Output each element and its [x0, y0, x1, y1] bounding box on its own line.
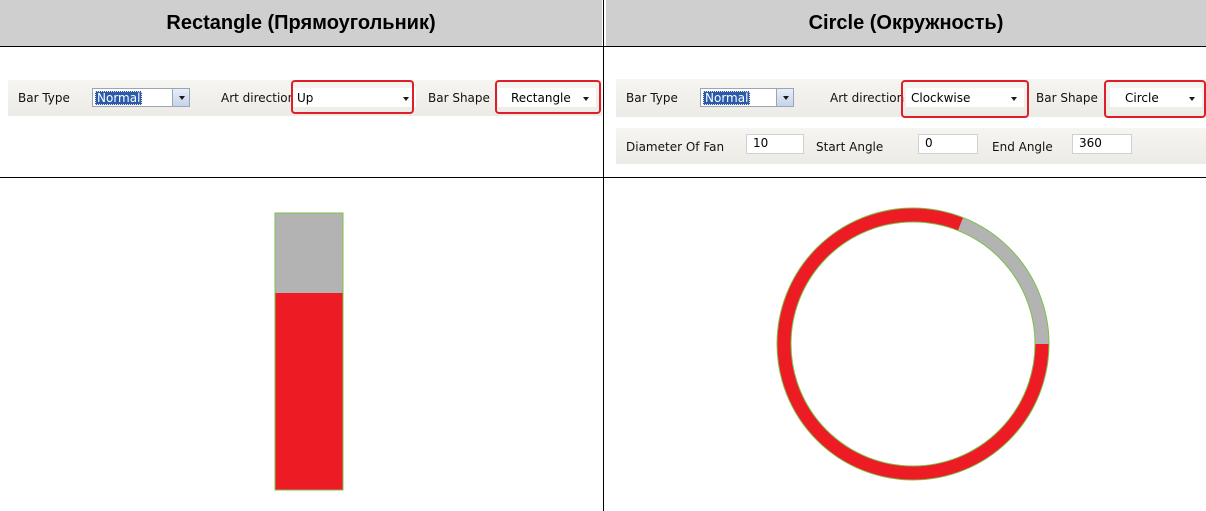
left-bar-type-value: Normal	[95, 91, 143, 105]
end-angle-label: End Angle	[992, 140, 1053, 154]
circle-bar-preview	[776, 207, 1050, 481]
right-bar-shape-highlight	[1104, 80, 1206, 118]
start-angle-label: Start Angle	[816, 140, 884, 154]
left-bar-type-label: Bar Type	[18, 91, 70, 105]
start-angle-value: 0	[925, 136, 933, 150]
header-rectangle: Rectangle (Прямоугольник)	[0, 0, 602, 46]
end-angle-input[interactable]: 360	[1072, 134, 1132, 154]
left-bar-shape-label: Bar Shape	[428, 91, 490, 105]
rectangle-bar-fill	[275, 293, 343, 490]
left-bar-shape-highlight	[495, 80, 601, 114]
end-angle-value: 360	[1079, 136, 1102, 150]
right-bar-shape-label: Bar Shape	[1036, 91, 1098, 105]
right-bar-type-value: Normal	[703, 91, 751, 105]
chevron-down-icon[interactable]	[776, 89, 793, 106]
header-rectangle-title: Rectangle (Прямоугольник)	[166, 11, 436, 34]
left-art-direction-label: Art direction	[221, 91, 296, 105]
header-circle: Circle (Окружность)	[606, 0, 1206, 46]
diameter-value: 10	[753, 136, 769, 150]
diameter-input[interactable]: 10	[746, 134, 804, 154]
start-angle-input[interactable]: 0	[918, 134, 978, 154]
header-circle-title: Circle (Окружность)	[808, 11, 1004, 34]
chevron-down-icon[interactable]	[172, 89, 189, 106]
right-art-direction-highlight	[901, 80, 1029, 118]
left-bar-type-select[interactable]: Normal	[92, 88, 190, 107]
right-fan-properties-bar: Diameter Of Fan 10 Start Angle 0 End Ang…	[616, 128, 1206, 164]
circle-bar-inner-outline	[790, 221, 1036, 467]
right-art-direction-label: Art direction	[830, 91, 905, 105]
diameter-label: Diameter Of Fan	[626, 140, 725, 154]
rectangle-bar-preview	[274, 212, 344, 491]
right-bar-type-select[interactable]: Normal	[700, 88, 794, 107]
right-bar-type-label: Bar Type	[626, 91, 678, 105]
left-art-direction-highlight	[291, 80, 414, 114]
